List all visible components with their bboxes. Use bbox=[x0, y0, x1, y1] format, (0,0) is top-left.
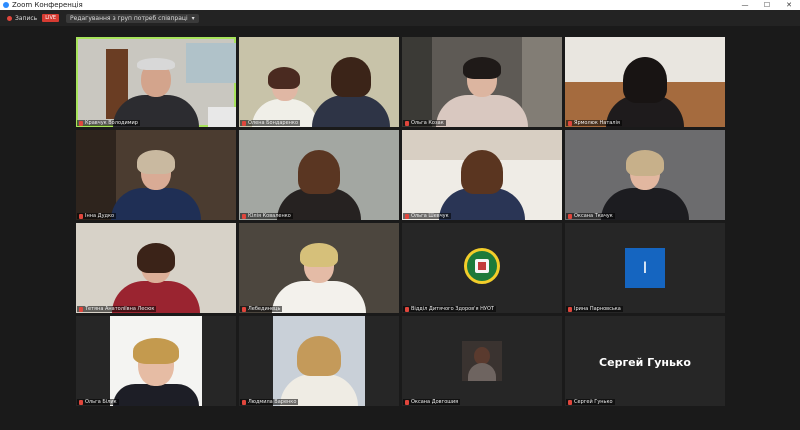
title-bar: Zoom Конференція — ☐ ✕ bbox=[0, 0, 800, 10]
participant-thumbnail bbox=[462, 341, 502, 381]
window-title: Zoom Конференція bbox=[12, 1, 83, 9]
participant-name: Ольга Шевчук bbox=[403, 213, 451, 219]
participant-tile[interactable]: Оксана Ткачук bbox=[565, 130, 725, 220]
minimize-button[interactable]: — bbox=[734, 0, 756, 10]
mic-muted-icon bbox=[568, 306, 572, 312]
participant-name: Олена Бондаренко bbox=[240, 120, 301, 126]
organization-logo bbox=[464, 248, 500, 284]
participant-avatar: I bbox=[625, 248, 665, 288]
mic-muted-icon bbox=[568, 213, 572, 219]
participant-tile[interactable]: Ярмолюк Наталія bbox=[565, 37, 725, 127]
live-badge[interactable]: LIVE bbox=[42, 14, 60, 22]
close-button[interactable]: ✕ bbox=[778, 0, 800, 10]
chevron-down-icon: ▾ bbox=[191, 14, 195, 22]
mic-muted-icon bbox=[242, 399, 246, 405]
mic-muted-icon bbox=[79, 306, 83, 312]
participant-tile[interactable]: Олена Бондаренко bbox=[239, 37, 399, 127]
view-selector[interactable]: Редагування з груп потреб співпраці ▾ bbox=[66, 13, 199, 23]
participant-tile[interactable]: Тетяна Анатоліївна Лесюк bbox=[76, 223, 236, 313]
record-icon bbox=[7, 15, 12, 21]
mic-muted-icon bbox=[79, 120, 83, 126]
zoom-logo-icon bbox=[3, 2, 9, 8]
participant-tile[interactable]: Оксана Довгошия bbox=[402, 316, 562, 406]
participant-tile[interactable]: Сергей Гунько Сергей Гунько bbox=[565, 316, 725, 406]
participant-name: Оксана Довгошия bbox=[403, 399, 461, 405]
mic-muted-icon bbox=[405, 120, 409, 126]
mic-muted-icon bbox=[242, 306, 246, 312]
mic-muted-icon bbox=[405, 213, 409, 219]
participant-tile[interactable]: Кравчук Володимир bbox=[76, 37, 236, 127]
mic-muted-icon bbox=[79, 399, 83, 405]
participant-display-name: Сергей Гунько bbox=[599, 356, 691, 369]
mic-muted-icon bbox=[242, 120, 246, 126]
mic-muted-icon bbox=[79, 213, 83, 219]
participant-tile[interactable]: Інна Дудко bbox=[76, 130, 236, 220]
mic-muted-icon bbox=[405, 306, 409, 312]
mic-muted-icon bbox=[568, 120, 572, 126]
mic-muted-icon bbox=[568, 399, 572, 405]
participant-name: Ірина Парновська bbox=[566, 306, 623, 312]
participant-tile[interactable]: Ольга Білик bbox=[76, 316, 236, 406]
meeting-toolbar: Запись LIVE Редагування з груп потреб сп… bbox=[0, 10, 800, 26]
participant-name: Відділ Дитячого Здоров'я НУОТ bbox=[403, 306, 496, 312]
record-label: Запись bbox=[15, 14, 38, 22]
participant-name: Сергей Гунько bbox=[566, 399, 615, 405]
participant-name: Інна Дудко bbox=[77, 213, 117, 219]
window-controls: — ☐ ✕ bbox=[734, 0, 800, 10]
participant-tile[interactable]: Людмила Варенко bbox=[239, 316, 399, 406]
mic-muted-icon bbox=[405, 399, 409, 405]
participant-name: Ольга Козак bbox=[403, 120, 446, 126]
participant-name: Оксана Ткачук bbox=[566, 213, 615, 219]
participant-name: Ольга Білик bbox=[77, 399, 119, 405]
video-grid: Кравчук Володимир Олена Бондаренко Ольга… bbox=[76, 37, 725, 408]
mic-muted-icon bbox=[242, 213, 246, 219]
participant-tile[interactable]: Відділ Дитячого Здоров'я НУОТ bbox=[402, 223, 562, 313]
view-label: Редагування з груп потреб співпраці bbox=[70, 14, 188, 22]
participant-tile[interactable]: Ольга Козак bbox=[402, 37, 562, 127]
participant-name: Ярмолюк Наталія bbox=[566, 120, 622, 126]
participant-tile[interactable]: Лебединець bbox=[239, 223, 399, 313]
participant-tile[interactable]: I Ірина Парновська bbox=[565, 223, 725, 313]
participant-name: Тетяна Анатоліївна Лесюк bbox=[77, 306, 157, 312]
participant-name: Кравчук Володимир bbox=[77, 120, 140, 126]
participant-name: Людмила Варенко bbox=[240, 399, 299, 405]
participant-name: Юлія Коваленко bbox=[240, 213, 293, 219]
maximize-button[interactable]: ☐ bbox=[756, 0, 778, 10]
participant-tile[interactable]: Юлія Коваленко bbox=[239, 130, 399, 220]
participant-tile[interactable]: Ольга Шевчук bbox=[402, 130, 562, 220]
participant-name: Лебединець bbox=[240, 306, 283, 312]
